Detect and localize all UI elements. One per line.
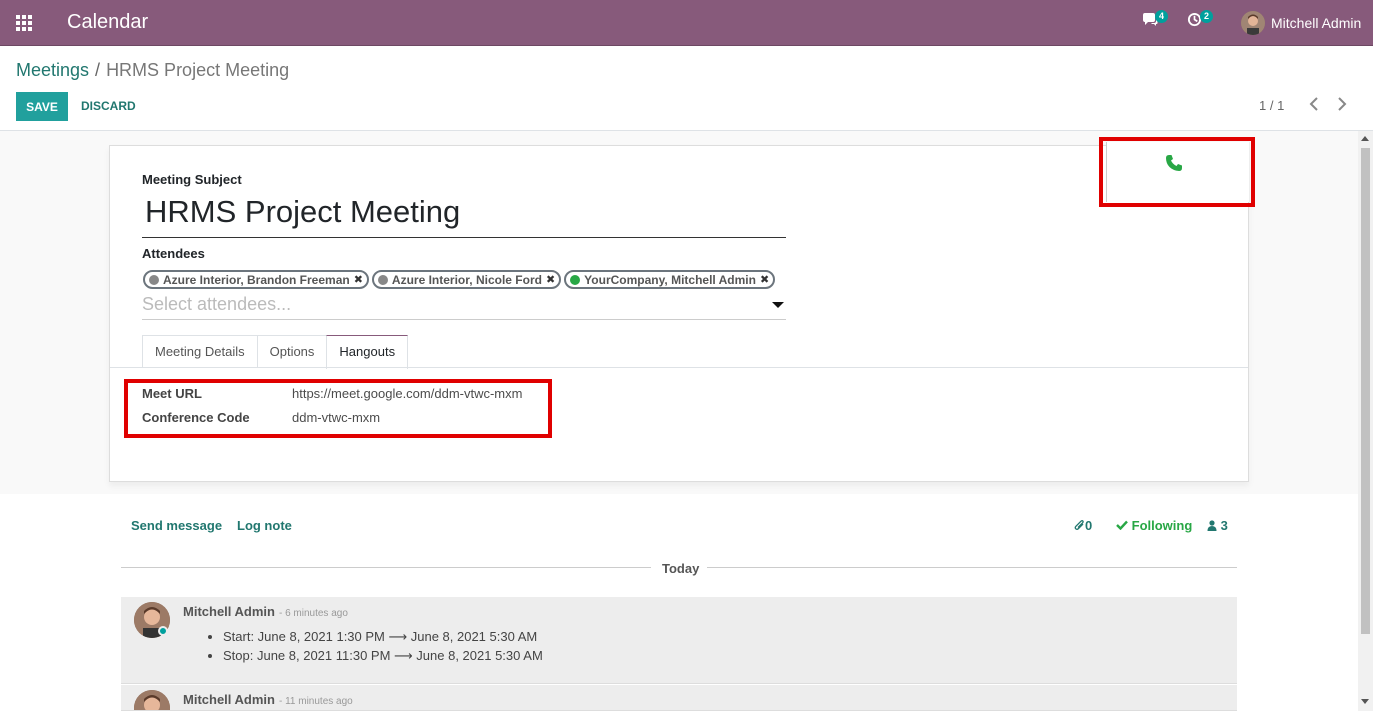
status-dot-icon [570,274,581,285]
followers-count: 3 [1220,518,1228,533]
tab-options[interactable]: Options [256,335,328,368]
message-author[interactable]: Mitchell Admin - 11 minutes ago [183,692,353,707]
user-avatar [1241,11,1265,35]
chevron-right-icon [1338,97,1347,111]
user-name: Mitchell Admin [1271,15,1362,31]
breadcrumb-current: HRMS Project Meeting [106,60,290,80]
followers-button[interactable]: 3 [1207,518,1228,533]
activities-button[interactable]: 2 [1187,10,1214,30]
today-separator-label: Today [662,561,700,576]
messages-button[interactable]: 4 [1142,10,1169,31]
tracking-values-list: Start: June 8, 2021 1:30 PM ⟶ June 8, 20… [223,629,543,667]
page-scrollbar[interactable] [1358,131,1373,711]
attachments-button[interactable]: 0 [1074,518,1092,533]
breadcrumb: Meetings / HRMS Project Meeting [16,60,289,81]
message-time: - 6 minutes ago [278,608,348,619]
save-button[interactable]: SAVE [16,92,68,121]
attendees-input[interactable]: Select attendees... [142,292,786,320]
activities-badge: 2 [1200,10,1214,23]
attendee-tag[interactable]: Azure Interior, Nicole Ford ✖ [371,270,562,289]
tracking-value-item: Stop: June 8, 2021 11:30 PM ⟶ June 8, 20… [223,648,543,664]
following-label: Following [1131,518,1193,533]
attendee-tag[interactable]: YourCompany, Mitchell Admin ✖ [564,270,776,289]
remove-tag-icon[interactable]: ✖ [354,273,363,286]
following-button[interactable]: Following [1116,518,1192,533]
attendee-tag-label: YourCompany, Mitchell Admin [584,272,756,287]
pager-next-button[interactable] [1337,97,1347,115]
user-icon [1207,520,1217,531]
message-time: - 11 minutes ago [278,696,353,707]
attendee-tag-label: Azure Interior, Nicole Ford [391,272,542,287]
dropdown-caret-icon[interactable] [772,302,784,308]
divider-line [707,567,1237,568]
meeting-subject-label: Meeting Subject [142,172,242,187]
scroll-thumb[interactable] [1361,148,1370,634]
app-title[interactable]: Calendar [67,11,148,34]
discard-button[interactable]: DISCARD [81,99,136,113]
attendee-tag-label: Azure Interior, Brandon Freeman [163,272,350,287]
attendees-label: Attendees [142,246,205,261]
message-author[interactable]: Mitchell Admin - 6 minutes ago [183,604,348,619]
author-name[interactable]: Mitchell Admin [183,692,275,707]
tab-meeting-details[interactable]: Meeting Details [142,335,258,368]
scroll-up-arrow-icon[interactable] [1361,136,1369,141]
online-status-icon [158,626,168,636]
user-menu[interactable]: Mitchell Admin [1241,10,1361,36]
tab-hangouts[interactable]: Hangouts [326,335,409,369]
breadcrumb-meetings[interactable]: Meetings [16,60,89,80]
author-avatar[interactable] [134,690,170,710]
breadcrumb-separator: / [95,60,101,80]
apps-menu-icon[interactable] [16,15,33,31]
tab-divider [110,367,1248,368]
log-note-button[interactable]: Log note [237,518,292,533]
highlight-box-phone [1099,137,1255,207]
status-dot-icon [149,274,159,285]
top-navbar: Calendar 4 2 Mitchell Admin [0,0,1373,46]
pager-previous-button[interactable] [1309,97,1319,115]
scroll-down-arrow-icon[interactable] [1361,699,1369,704]
status-dot-icon [377,274,388,285]
paperclip-icon [1074,520,1084,530]
notebook-tabs: Meeting Details Options Hangouts [142,335,409,369]
control-panel: Meetings / HRMS Project Meeting SAVE DISCA… [0,46,1373,131]
chatter-message: Mitchell Admin - 11 minutes ago [121,685,1237,711]
divider-line [121,567,651,568]
tracking-value-item: Start: June 8, 2021 1:30 PM ⟶ June 8, 20… [223,629,543,645]
attendee-tag[interactable]: Azure Interior, Brandon Freeman ✖ [143,270,369,289]
chatter-message: Mitchell Admin- 6 minutes ago Start: Jun… [121,597,1237,684]
remove-tag-icon[interactable]: ✖ [760,273,769,286]
attachments-count: 0 [1085,518,1093,533]
chevron-left-icon [1309,97,1318,111]
meeting-subject-input[interactable]: HRMS Project Meeting [142,192,786,238]
messages-badge: 4 [1155,10,1169,23]
author-name[interactable]: Mitchell Admin [183,604,275,619]
attendee-tags: Azure Interior, Brandon Freeman ✖ Azure … [143,270,776,289]
check-icon [1116,520,1128,531]
highlight-box-hangouts-fields [124,379,552,438]
send-message-button[interactable]: Send message [131,518,222,533]
remove-tag-icon[interactable]: ✖ [546,273,555,286]
attendees-placeholder: Select attendees... [142,294,292,314]
pager-value[interactable]: 1 / 1 [1259,98,1284,113]
